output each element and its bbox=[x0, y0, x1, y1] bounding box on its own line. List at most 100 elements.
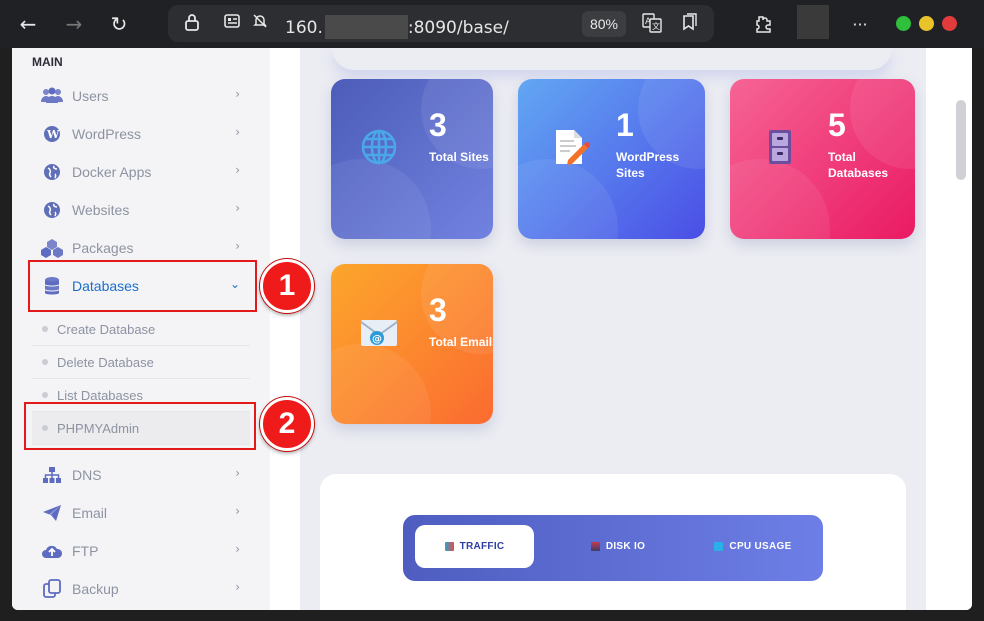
reading-mode-icon[interactable] bbox=[680, 13, 698, 35]
back-arrow-icon[interactable]: ← bbox=[14, 10, 42, 38]
main-content: 3 Total Sites 1 WordPress Sites 5 Total … bbox=[270, 48, 972, 610]
card-total-emails[interactable]: @ 3 Total Emails bbox=[331, 264, 493, 424]
address-bar[interactable]: 160. :8090/base/ 80% A文 bbox=[168, 5, 714, 42]
sidebar-item-label: Docker Apps bbox=[72, 164, 152, 180]
profile-avatar[interactable] bbox=[797, 5, 829, 39]
tab-label: DISK IO bbox=[605, 541, 646, 552]
reload-icon[interactable]: ↻ bbox=[105, 10, 133, 38]
browser-toolbar: ← → ↻ 160. :8090/base/ 80% A文 ··· bbox=[0, 0, 984, 48]
redacted-ip bbox=[324, 15, 408, 39]
web-page: MAIN Users › W WordPress › Docker Apps ›… bbox=[12, 48, 972, 610]
forward-arrow-icon[interactable]: → bbox=[60, 10, 88, 38]
sidebar-item-email[interactable]: Email › bbox=[32, 494, 252, 532]
bullet-icon bbox=[42, 359, 48, 365]
sidebar: MAIN Users › W WordPress › Docker Apps ›… bbox=[12, 48, 270, 610]
sidebar-item-label: Packages bbox=[72, 240, 134, 256]
zoom-indicator[interactable]: 80% bbox=[582, 11, 626, 37]
lock-icon[interactable] bbox=[184, 13, 200, 35]
paper-plane-icon bbox=[40, 502, 64, 524]
users-icon bbox=[40, 85, 64, 107]
chevron-right-icon: › bbox=[235, 239, 240, 253]
card-number: 3 bbox=[429, 107, 447, 143]
sidebar-item-label: DNS bbox=[72, 467, 102, 483]
card-label: WordPress Sites bbox=[616, 150, 680, 180]
card-total-databases[interactable]: 5 Total Databases bbox=[730, 79, 915, 239]
chevron-right-icon: › bbox=[235, 542, 240, 556]
chevron-right-icon: › bbox=[235, 504, 240, 518]
chevron-right-icon: › bbox=[235, 580, 240, 594]
tab-cpu-usage[interactable]: CPU USAGE bbox=[693, 525, 813, 568]
wordpress-icon: W bbox=[40, 123, 64, 145]
card-total-sites[interactable]: 3 Total Sites bbox=[331, 79, 493, 239]
email-icon: @ bbox=[359, 312, 399, 352]
sidebar-item-dns[interactable]: DNS › bbox=[32, 456, 252, 494]
chevron-right-icon: › bbox=[235, 163, 240, 177]
submenu-label: List Databases bbox=[57, 387, 143, 403]
sidebar-item-label: Users bbox=[72, 88, 109, 104]
card-wordpress-sites[interactable]: 1 WordPress Sites bbox=[518, 79, 705, 239]
submenu-create-database[interactable]: Create Database bbox=[32, 313, 250, 346]
card-decoration bbox=[518, 159, 618, 239]
more-menu-icon[interactable]: ··· bbox=[846, 10, 874, 38]
sidebar-item-label: WordPress bbox=[72, 126, 141, 142]
chart-panel: TRAFFIC DISK IO CPU USAGE bbox=[320, 474, 906, 610]
dashboard-area: 3 Total Sites 1 WordPress Sites 5 Total … bbox=[300, 48, 926, 610]
card-decoration bbox=[331, 344, 431, 424]
chevron-right-icon: › bbox=[235, 466, 240, 480]
globe-icon bbox=[40, 161, 64, 183]
cloud-upload-icon bbox=[40, 540, 64, 562]
step-badge-2: 2 bbox=[260, 397, 314, 451]
globe-icon bbox=[359, 127, 399, 167]
sidebar-item-label: FTP bbox=[72, 543, 99, 559]
chevron-right-icon: › bbox=[235, 87, 240, 101]
highlight-box-phpmyadmin bbox=[24, 402, 256, 450]
floppy-disk-icon bbox=[590, 542, 600, 551]
card-number: 1 bbox=[616, 107, 634, 143]
url-suffix: :8090/base/ bbox=[407, 18, 509, 38]
minimize-button[interactable] bbox=[896, 16, 911, 31]
sidebar-item-users[interactable]: Users › bbox=[32, 77, 252, 115]
globe-icon bbox=[40, 199, 64, 221]
submenu-delete-database[interactable]: Delete Database bbox=[32, 346, 250, 379]
tab-label: TRAFFIC bbox=[459, 541, 505, 552]
url-text[interactable]: 160. :8090/base/ bbox=[285, 15, 509, 39]
submenu-label: Create Database bbox=[57, 321, 156, 337]
packages-icon bbox=[40, 237, 64, 259]
url-prefix: 160. bbox=[285, 18, 323, 38]
maximize-button[interactable] bbox=[919, 16, 934, 31]
card-decoration bbox=[730, 159, 830, 239]
edit-document-icon bbox=[550, 127, 590, 167]
card-label: Total Emails bbox=[429, 335, 493, 349]
sitemap-icon bbox=[40, 464, 64, 486]
sidebar-item-label: Backup bbox=[72, 581, 119, 597]
sidebar-item-docker-apps[interactable]: Docker Apps › bbox=[32, 153, 252, 191]
bullet-icon bbox=[42, 326, 48, 332]
sidebar-item-backup[interactable]: Backup › bbox=[32, 570, 252, 608]
card-label: Total Databases bbox=[828, 150, 889, 180]
sidebar-item-websites[interactable]: Websites › bbox=[32, 191, 252, 229]
notifications-off-icon[interactable] bbox=[252, 13, 268, 33]
card-decoration bbox=[331, 159, 431, 239]
sidebar-item-wordpress[interactable]: W WordPress › bbox=[32, 115, 252, 153]
step-badge-1: 1 bbox=[260, 259, 314, 313]
tab-disk-io[interactable]: DISK IO bbox=[553, 525, 683, 568]
file-cabinet-icon bbox=[760, 127, 800, 167]
svg-text:文: 文 bbox=[652, 21, 660, 31]
svg-text:W: W bbox=[46, 128, 60, 141]
site-info-icon[interactable] bbox=[224, 13, 240, 33]
bullet-icon bbox=[42, 392, 48, 398]
svg-text:@: @ bbox=[372, 334, 382, 345]
sidebar-item-label: Websites bbox=[72, 202, 130, 218]
page-scrollbar[interactable] bbox=[956, 100, 966, 180]
sidebar-item-ftp[interactable]: FTP › bbox=[32, 532, 252, 570]
card-label: Total Sites bbox=[429, 150, 489, 164]
chevron-right-icon: › bbox=[235, 201, 240, 215]
extensions-icon[interactable] bbox=[748, 10, 776, 38]
tab-traffic[interactable]: TRAFFIC bbox=[415, 525, 534, 568]
highlight-box-databases bbox=[28, 260, 257, 312]
close-window-button[interactable] bbox=[942, 16, 957, 31]
card-number: 5 bbox=[828, 107, 846, 143]
copy-icon bbox=[40, 578, 64, 600]
chevron-right-icon: › bbox=[235, 125, 240, 139]
translate-icon[interactable]: A文 bbox=[642, 13, 662, 37]
